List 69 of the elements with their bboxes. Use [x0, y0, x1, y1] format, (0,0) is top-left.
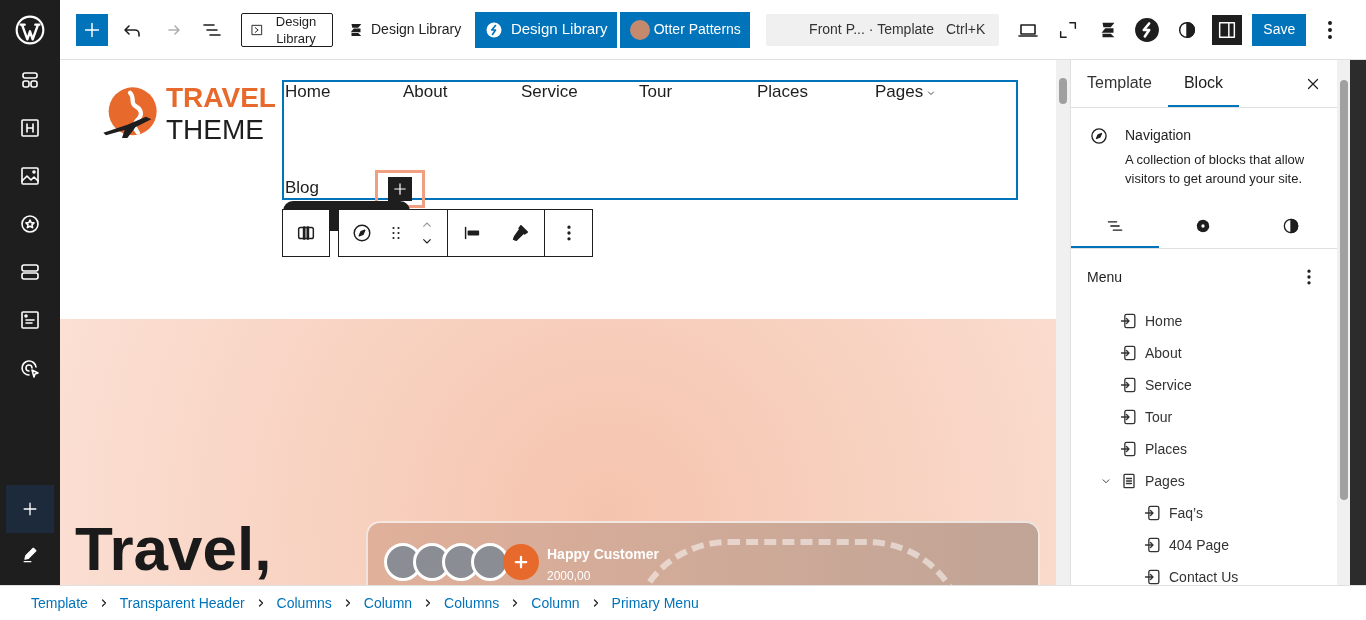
- card-value: 2000,00: [547, 568, 591, 585]
- menu-item[interactable]: Places: [1071, 433, 1337, 465]
- panel-tab[interactable]: Block: [1167, 60, 1240, 107]
- plus-icon: [512, 553, 530, 571]
- inserter-button[interactable]: [76, 13, 108, 46]
- breadcrumb-link[interactable]: Template: [31, 592, 88, 614]
- scrollbar-thumb[interactable]: [1339, 80, 1348, 500]
- nav-link[interactable]: Service: [521, 81, 578, 103]
- menu-item[interactable]: About: [1071, 337, 1337, 369]
- logo-text: TRAVEL: [166, 82, 276, 114]
- menu-item[interactable]: Contact Us: [1071, 561, 1337, 585]
- link-icon: [1119, 375, 1139, 395]
- save-button[interactable]: Save: [1252, 13, 1307, 46]
- link-icon: [1119, 407, 1139, 427]
- card-title: Happy Customer: [547, 545, 660, 564]
- nav-link[interactable]: About: [403, 81, 448, 103]
- design-library-button[interactable]: Design Library: [475, 11, 618, 48]
- keyboard-shortcut: Ctrl+K: [945, 20, 986, 39]
- design-library-button[interactable]: Design Library: [347, 12, 462, 47]
- nav-link[interactable]: Home: [285, 81, 331, 103]
- library-icon: [250, 22, 264, 37]
- wordpress-logo-icon[interactable]: [14, 14, 46, 46]
- otter-patterns-button[interactable]: Otter Patterns: [620, 11, 751, 48]
- menu-item[interactable]: Pages: [1071, 465, 1337, 497]
- document-title: Front P...: [809, 20, 865, 39]
- nav-link[interactable]: Places: [757, 81, 809, 103]
- link-icon: [1143, 567, 1163, 585]
- breadcrumb-link[interactable]: Columns: [276, 592, 332, 614]
- breadcrumb-link[interactable]: Primary Menu: [611, 592, 699, 614]
- design-library-button[interactable]: Design Library: [241, 12, 333, 47]
- settings-panel-toggle[interactable]: [1212, 14, 1243, 45]
- plus-icon: [391, 180, 409, 198]
- heading-icon[interactable]: [18, 116, 42, 140]
- image-icon[interactable]: [18, 164, 42, 188]
- parent-block-button[interactable]: [282, 209, 330, 257]
- menu-label: Menu: [1087, 267, 1123, 287]
- logo-text: THEME: [166, 114, 265, 146]
- link-icon: [1119, 439, 1139, 459]
- scrollbar-thumb[interactable]: [1059, 78, 1067, 104]
- star-circle-icon[interactable]: [18, 212, 42, 236]
- block-title: Navigation: [1125, 126, 1193, 144]
- navigation-block[interactable]: Home About Service Tour Places Pages Blog: [282, 80, 1018, 200]
- command-palette-button[interactable]: Front P... · Template Ctrl+K: [766, 13, 1000, 46]
- breadcrumb-link[interactable]: Columns: [444, 592, 500, 614]
- panel-tab[interactable]: Template: [1071, 60, 1168, 107]
- link-icon: [1119, 311, 1139, 331]
- menu-item[interactable]: Faq’s: [1071, 497, 1337, 529]
- nav-link[interactable]: Blog: [285, 177, 320, 199]
- hero-heading: Travel,: [75, 517, 272, 581]
- breadcrumb-link[interactable]: Column: [363, 592, 413, 614]
- nav-link[interactable]: Pages: [875, 81, 924, 103]
- menu-item[interactable]: Service: [1071, 369, 1337, 401]
- add-item-button[interactable]: [388, 177, 412, 201]
- menu-item[interactable]: Home: [1071, 305, 1337, 337]
- nav-link[interactable]: Tour: [639, 81, 673, 103]
- link-icon: [1143, 535, 1163, 555]
- menu-item[interactable]: 404 Page: [1071, 529, 1337, 561]
- breadcrumb-link[interactable]: Column: [531, 592, 580, 614]
- block-description: A collection of blocks that allow visitors to get around your site.: [1125, 151, 1306, 188]
- avatar-icon: [629, 19, 650, 40]
- document-type: · Template: [868, 20, 934, 39]
- breadcrumb-link[interactable]: Transparent Header: [119, 592, 245, 614]
- compass-icon: [1089, 126, 1109, 146]
- menu-item[interactable]: Tour: [1071, 401, 1337, 433]
- link-icon: [1143, 503, 1163, 523]
- bolt-circle-icon[interactable]: [1134, 16, 1161, 43]
- link-icon: [1119, 343, 1139, 363]
- bolt-circle-icon: [484, 20, 503, 39]
- card-icon[interactable]: [18, 308, 42, 332]
